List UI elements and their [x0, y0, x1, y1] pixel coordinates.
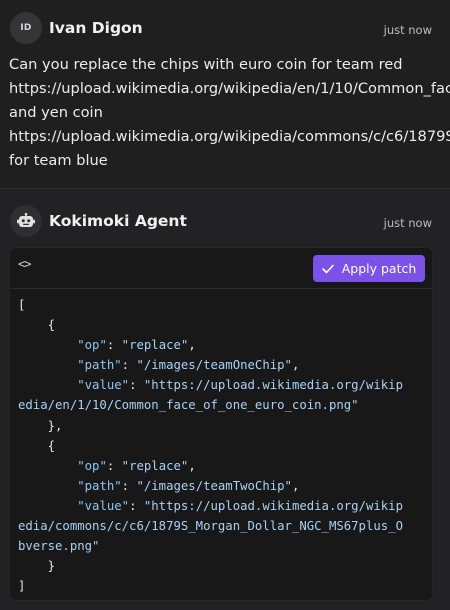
json-string: edia/commons/c/c6/1879S_Morgan_Dollar_NG… [18, 519, 403, 534]
json-key: "path" [77, 358, 122, 373]
json-string: "https://upload.wikimedia.org/wikip [143, 498, 403, 513]
json-key: "path" [77, 478, 122, 493]
user-message-body: Can you replace the chips with euro coin… [9, 53, 450, 173]
code-content: [ { "op": "replace", "path": "/images/te… [18, 298, 403, 594]
user-message-link[interactable]: https://upload.wikimedia.org/wikipedia/c… [9, 125, 450, 149]
user-avatar: ID [10, 12, 42, 44]
user-author-name: Ivan Digon [49, 19, 143, 37]
json-string: "https://upload.wikimedia.org/wikip [143, 378, 403, 393]
robot-icon [10, 205, 42, 237]
user-message-line: Can you replace the chips with euro coin… [9, 56, 403, 73]
json-string: "/images/teamOneChip" [136, 358, 292, 373]
json-string: bverse.png" [18, 539, 100, 554]
user-message-header: ID Ivan Digon just now [10, 12, 435, 46]
agent-message-time: just now [383, 216, 432, 230]
json-string: edia/en/1/10/Common_face_of_one_euro_coi… [18, 398, 359, 413]
user-message-line: for team blue [9, 152, 108, 169]
apply-patch-label: Apply patch [341, 261, 417, 276]
json-key: "op" [77, 458, 107, 473]
code-toolbar: <> Apply patch [10, 248, 432, 289]
user-message-link[interactable]: https://upload.wikimedia.org/wikipedia/e… [9, 77, 450, 101]
code-block: <> Apply patch [ { "op": "replace", "pat… [9, 247, 433, 601]
code-icon: <> [18, 257, 31, 271]
agent-author-name: Kokimoki Agent [49, 212, 187, 230]
json-key: "op" [77, 338, 107, 353]
json-string: "/images/teamTwoChip" [136, 478, 292, 493]
json-string: "replace" [121, 338, 189, 353]
user-message-line: and yen coin [9, 104, 103, 121]
check-icon [321, 264, 334, 273]
json-key: "value" [77, 378, 130, 393]
agent-message: Kokimoki Agent just now <> Apply patch [… [0, 189, 450, 610]
user-message-time: just now [383, 23, 432, 37]
apply-patch-button[interactable]: Apply patch [313, 255, 425, 282]
user-message: ID Ivan Digon just now Can you replace t… [0, 0, 450, 188]
agent-message-header: Kokimoki Agent just now [10, 205, 435, 239]
json-key: "value" [77, 498, 130, 513]
json-string: "replace" [121, 458, 189, 473]
